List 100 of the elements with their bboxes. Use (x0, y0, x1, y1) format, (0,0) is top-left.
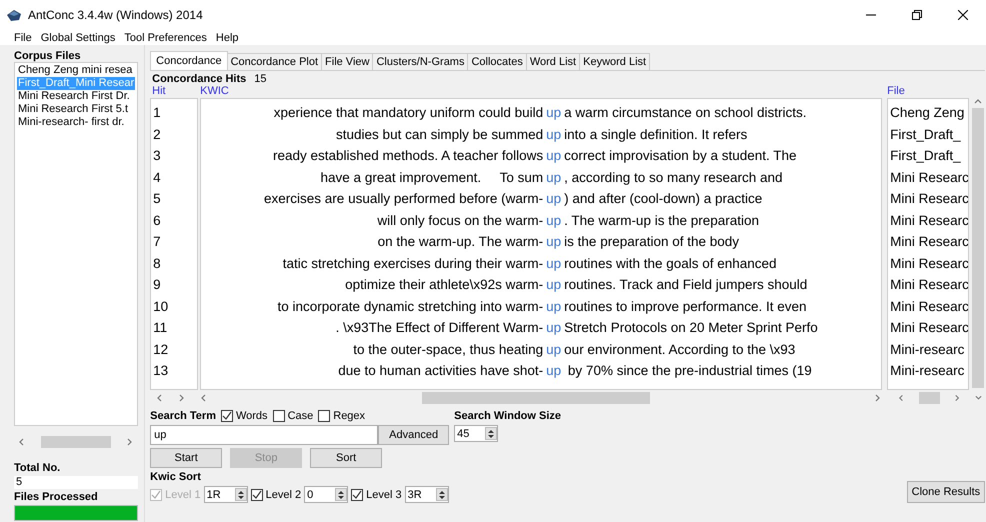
context-text: ready established methods. A teacher follows (272, 147, 544, 165)
context-text: routines. Track and Field jumpers should (564, 276, 808, 294)
context-text: due to human activities have shot- (337, 362, 544, 380)
context-text: into a single definition. It refers (564, 126, 748, 144)
checkbox-label: Level 2 (266, 488, 302, 500)
arrow-right-icon[interactable] (874, 394, 882, 402)
arrow-left-icon[interactable] (18, 438, 26, 446)
checkbox[interactable] (272, 410, 285, 422)
spin-field[interactable]: 45 (454, 425, 498, 442)
keyword: up (545, 362, 562, 380)
maximize-icon (912, 10, 922, 20)
check-icon (252, 490, 262, 500)
spinner-icon (238, 490, 244, 498)
keyword: up (545, 147, 562, 165)
arrow-right-icon[interactable] (126, 438, 134, 446)
column-header[interactable]: Hit (152, 85, 166, 97)
context-text: xperience that mandatory uniform could build (272, 104, 544, 122)
context-text: by 70% since the pre-industrial times (19 (566, 362, 812, 380)
checkbox-label: Regex (333, 410, 366, 422)
checkbox[interactable] (351, 488, 364, 500)
check-icon (151, 490, 162, 500)
field-label: Concordance Hits (152, 73, 246, 85)
menu-item[interactable]: Help (216, 32, 239, 44)
close-icon (958, 10, 968, 20)
table-cell-text: 8 (152, 254, 162, 272)
spinner-icon (488, 430, 494, 438)
context-text: . The warm-up is the preparation (564, 212, 760, 230)
context-text: . \x93The Effect of Different Warm- (334, 319, 544, 337)
context-text: routines to improve performance. It even (564, 298, 807, 316)
context-text: have a great improvement. To sum (320, 168, 544, 187)
arrow-down-icon[interactable] (975, 394, 982, 402)
check-icon (352, 490, 362, 500)
keyword: up (545, 298, 562, 316)
menu-item[interactable]: Global Settings (40, 32, 116, 44)
column-header[interactable]: KWIC (200, 85, 229, 97)
action-button[interactable]: Sort (310, 448, 382, 468)
table-cell-text: First_Draft_ (889, 147, 962, 165)
spinner-icon (438, 490, 445, 498)
arrow-right-icon[interactable] (954, 394, 962, 402)
file-list-item[interactable]: Mini-research- first dr. (17, 116, 136, 129)
context-text: correct improvisation by a student. The (564, 147, 797, 165)
spin-field[interactable]: 0 (304, 486, 348, 503)
keyword: up (545, 104, 562, 122)
keyword: up (545, 233, 562, 251)
advanced-button[interactable]: Advanced (378, 425, 450, 445)
keyword: up (545, 276, 562, 294)
context-text: Stretch Protocols on 20 Meter Sprint Perfo (564, 319, 818, 337)
table-cell-text: 6 (152, 212, 162, 230)
scrollbar[interactable] (971, 98, 986, 390)
tab[interactable]: Concordance (150, 51, 228, 70)
context-text: to incorporate dynamic stretching into warm- (276, 298, 544, 316)
spin-field[interactable]: 3R (404, 486, 449, 503)
checkbox[interactable] (220, 410, 233, 422)
keyword: up (545, 212, 562, 230)
context-text: is the preparation of the body (564, 233, 740, 251)
clone-results-button[interactable]: Clone Results (906, 481, 986, 503)
context-text: on the warm-up. The warm- (376, 233, 544, 251)
keyword: up (545, 254, 562, 273)
keyword: up (545, 126, 562, 144)
window-title: AntConc 3.4.4w (Windows) 2014 (28, 8, 204, 22)
context-text: will only focus on the warm- (376, 212, 544, 230)
spinner-icon (338, 490, 344, 498)
context-text: a warm circumstance on school districts. (564, 104, 806, 122)
context-text: to the outer-space, thus heating (352, 340, 544, 359)
table-cell-text: 4 (152, 168, 162, 186)
check-icon (222, 411, 232, 421)
action-button[interactable]: Start (150, 448, 222, 468)
field-label: Total No. (14, 462, 62, 474)
checkbox-label: Level 1 (165, 488, 201, 500)
field-label: Search Term (150, 410, 216, 422)
tab[interactable]: Keyword List (579, 53, 650, 70)
arrow-left-icon[interactable] (200, 394, 208, 402)
file-list-item[interactable]: Cheng Zeng mini resea (17, 64, 136, 77)
menu-item[interactable]: Tool Preferences (124, 32, 207, 44)
context-text: our environment. According to the \x93 (564, 340, 796, 359)
table-cell-text: Cheng Zeng (889, 104, 966, 122)
file-list-item[interactable]: Mini Research First Dr. (17, 90, 136, 103)
context-text: ) and after (cool-down) a practice (564, 190, 762, 208)
search-field[interactable]: up (150, 425, 378, 445)
arrow-right-icon[interactable] (178, 394, 186, 402)
checkbox-label: Words (236, 410, 268, 422)
table-cell-text: 2 (152, 126, 162, 144)
field-label: Files Processed (14, 491, 99, 503)
arrow-left-icon[interactable] (898, 394, 906, 402)
file-list-item[interactable]: Mini Research First 5.t (17, 103, 136, 116)
table-cell-text: 5 (152, 190, 162, 208)
hit-count: 15 (254, 73, 267, 85)
arrow-up-icon[interactable] (974, 98, 982, 106)
context-text: routines with the goals of enhanced (564, 254, 777, 273)
total-count: 5 (14, 476, 138, 489)
checkbox[interactable] (250, 488, 263, 500)
menu-item[interactable]: File (14, 32, 32, 44)
table-cell-text: 1 (152, 104, 162, 122)
context-text: exercises are usually performed before (warm- (263, 190, 544, 208)
checkbox[interactable] (318, 410, 330, 422)
keyword: up (545, 340, 562, 359)
column-header[interactable]: File (887, 85, 905, 97)
table-cell-text: 7 (152, 233, 162, 251)
arrow-left-icon[interactable] (156, 394, 164, 402)
context-text: studies but can simply be summed (335, 126, 544, 144)
